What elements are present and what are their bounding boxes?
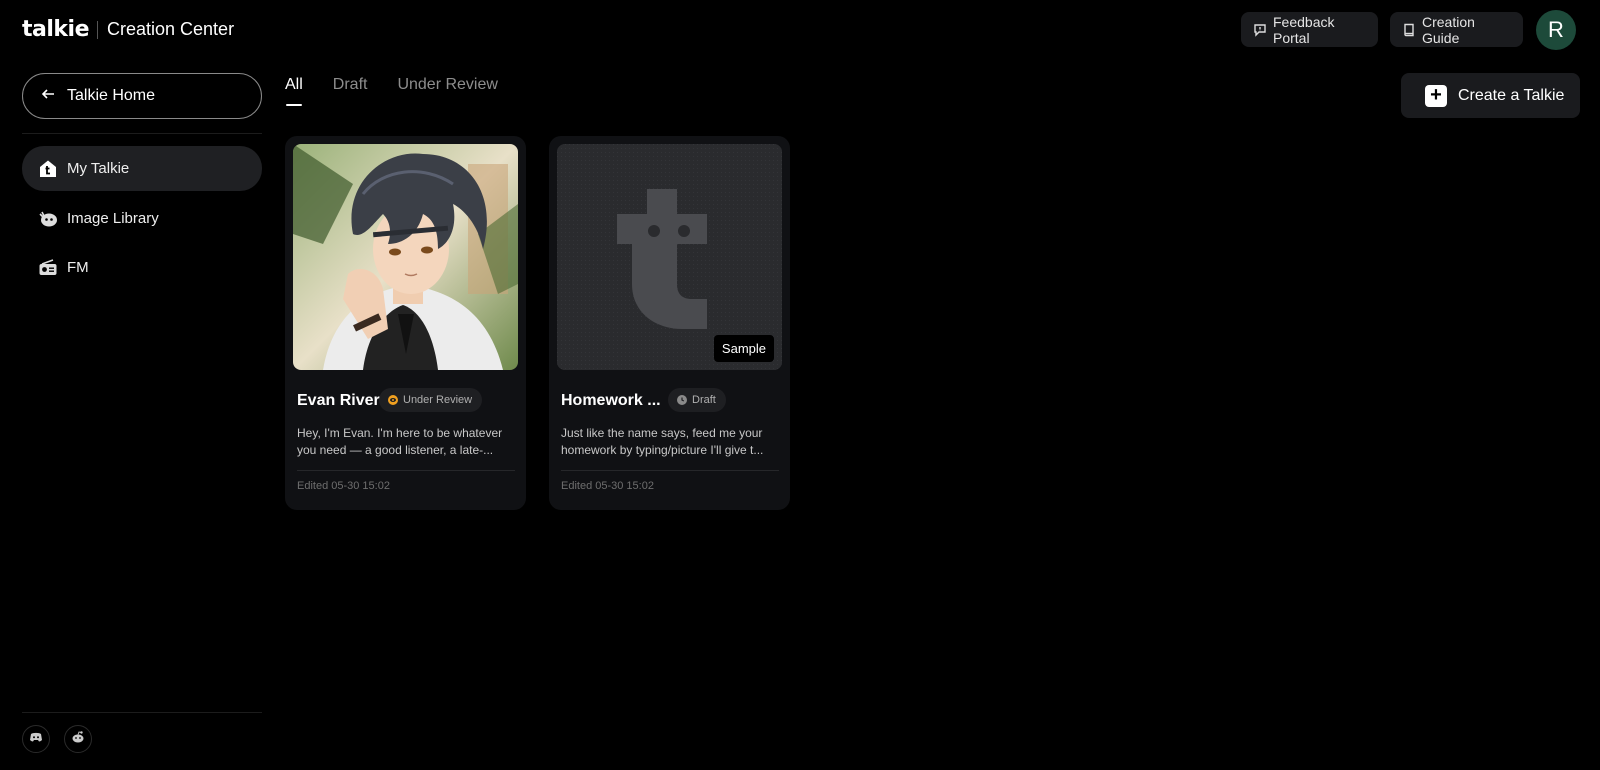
sidebar-item-label: FM: [67, 259, 89, 276]
placeholder-image: Sample: [557, 144, 782, 370]
sidebar-divider: [22, 133, 262, 134]
image-library-icon: [38, 209, 58, 229]
card-title: Homework ...: [561, 392, 661, 409]
sidebar-item-label: My Talkie: [67, 160, 130, 177]
sample-tag: Sample: [713, 335, 774, 362]
talkie-card[interactable]: Evan Rivers Under Review Hey, I'm Evan. …: [285, 136, 526, 510]
tab-all[interactable]: All: [285, 76, 303, 108]
discord-button[interactable]: [22, 725, 50, 753]
page-title: Creation Center: [107, 19, 235, 39]
talkie-home-button[interactable]: Talkie Home: [22, 73, 262, 119]
status-badge-label: Draft: [692, 394, 716, 406]
sidebar: Talkie Home My Talkie Image Library FM: [0, 62, 280, 770]
arrow-left-icon: [41, 87, 55, 106]
feedback-portal-label: Feedback Portal: [1273, 13, 1335, 46]
card-edited-time: Edited 05-30 15:02: [297, 480, 390, 492]
talkie-card[interactable]: Sample Homework ... Draft Just like the …: [549, 136, 790, 510]
tab-under-review[interactable]: Under Review: [397, 76, 497, 108]
card-edited-time: Edited 05-30 15:02: [561, 480, 654, 492]
creation-center-app: talkie Creation Center Feedback Portal C…: [0, 0, 1600, 770]
brand-divider: [97, 20, 98, 39]
radio-icon: [38, 258, 58, 278]
create-talkie-label: Create a Talkie: [1458, 86, 1565, 104]
feedback-portal-button[interactable]: Feedback Portal: [1241, 12, 1378, 47]
reddit-icon: [71, 730, 85, 749]
clock-icon: [677, 395, 687, 405]
creation-guide-label: Creation Guide: [1422, 13, 1475, 46]
card-title: Evan Rivers: [297, 392, 389, 409]
user-avatar[interactable]: R: [1536, 10, 1576, 50]
plus-icon: +: [1425, 84, 1447, 107]
discord-icon: [29, 730, 43, 749]
status-tabs: All Draft Under Review: [285, 76, 528, 108]
status-badge-label: Under Review: [403, 394, 473, 406]
status-badge: Draft: [668, 388, 726, 412]
create-talkie-button[interactable]: + Create a Talkie: [1401, 73, 1580, 118]
message-square-icon: [1253, 23, 1267, 37]
reddit-button[interactable]: [64, 725, 92, 753]
creation-guide-button[interactable]: Creation Guide: [1390, 12, 1523, 47]
sidebar-item-my-talkie[interactable]: My Talkie: [22, 146, 262, 191]
brand[interactable]: talkie Creation Center: [22, 17, 234, 42]
character-portrait-image: [293, 144, 518, 370]
sidebar-item-image-library[interactable]: Image Library: [22, 196, 262, 241]
sidebar-bottom-divider: [22, 712, 262, 713]
card-divider: [297, 470, 515, 471]
eye-icon: [388, 395, 398, 405]
book-icon: [1402, 23, 1416, 37]
tab-draft[interactable]: Draft: [333, 76, 368, 108]
card-divider: [561, 470, 779, 471]
sidebar-item-fm[interactable]: FM: [22, 245, 262, 290]
home-t-icon: [38, 159, 58, 179]
talkie-home-label: Talkie Home: [67, 87, 156, 104]
header: talkie Creation Center Feedback Portal C…: [0, 0, 1600, 62]
sidebar-item-label: Image Library: [67, 210, 159, 227]
talkie-logo[interactable]: talkie: [22, 17, 90, 42]
card-description: Just like the name says, feed me your ho…: [561, 426, 764, 457]
status-badge: Under Review: [379, 388, 483, 412]
card-description: Hey, I'm Evan. I'm here to be whatever y…: [297, 426, 503, 457]
